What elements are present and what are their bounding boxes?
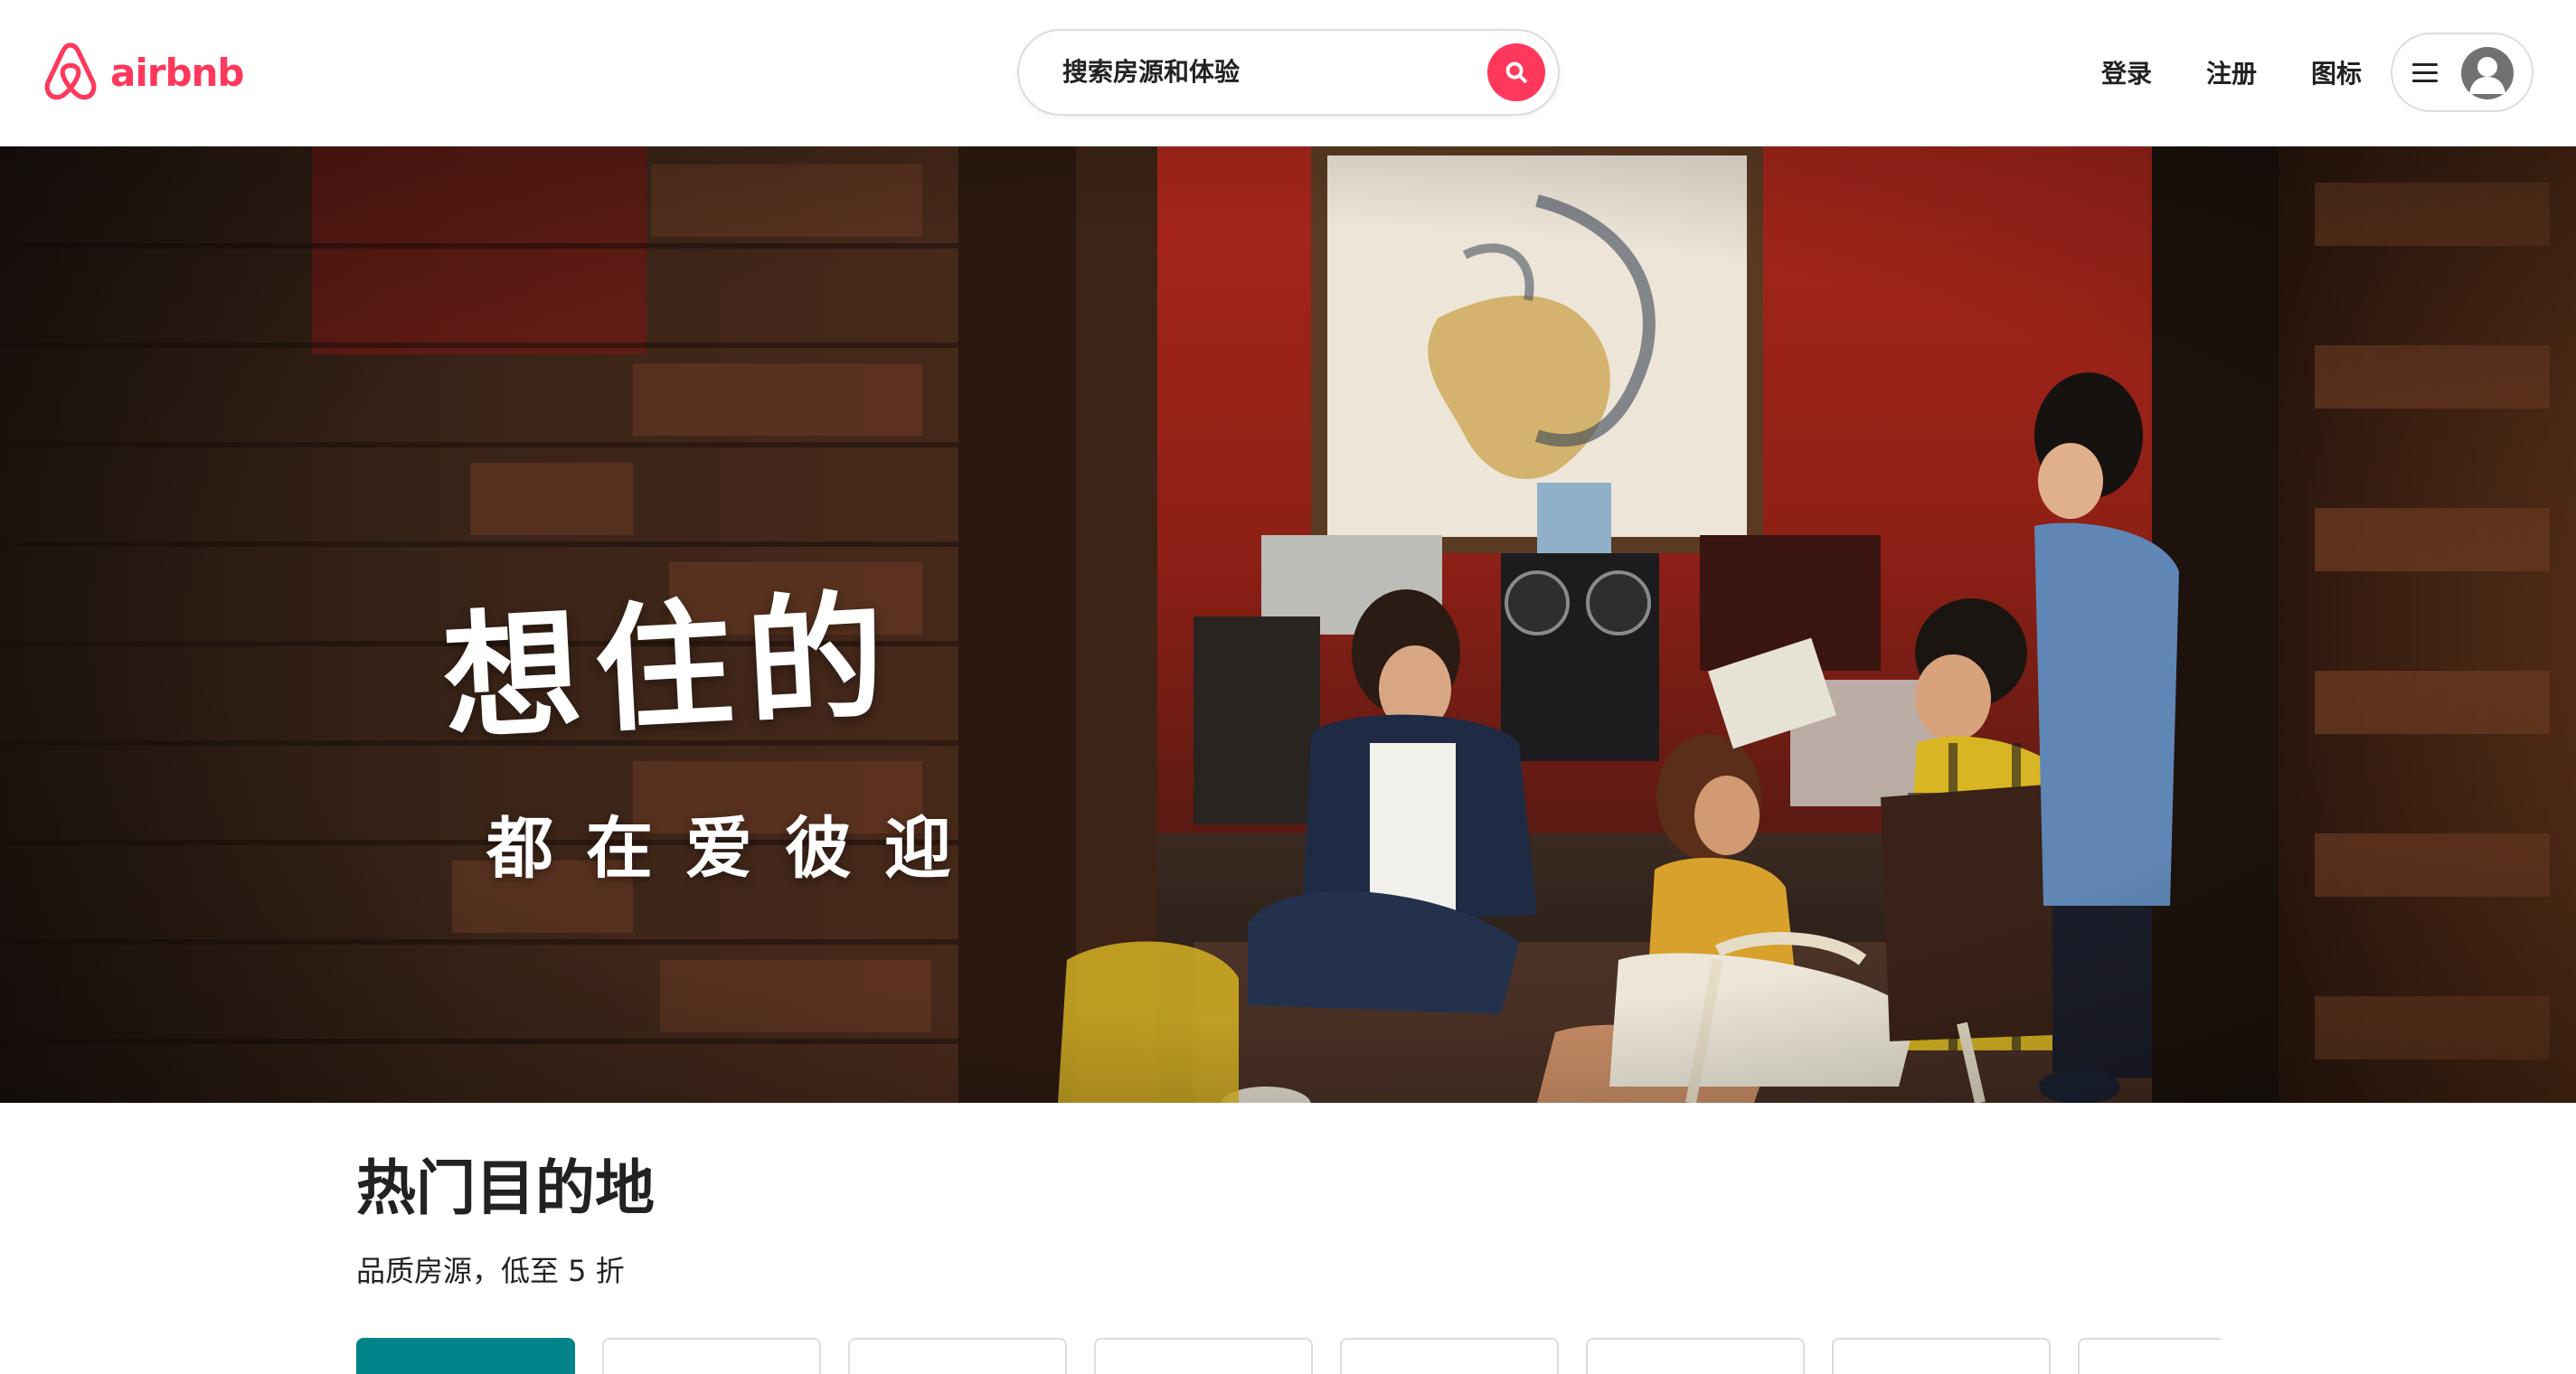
airbnb-logo-icon bbox=[44, 42, 97, 100]
search-placeholder[interactable]: 搜索房源和体验 bbox=[1062, 31, 1240, 114]
destination-tab-7[interactable] bbox=[1832, 1338, 2051, 1374]
popular-destinations-title: 热门目的地 bbox=[356, 1153, 655, 1223]
user-menu-button[interactable] bbox=[2391, 33, 2534, 112]
destination-tab-1[interactable] bbox=[356, 1338, 575, 1374]
signup-link[interactable]: 注册 bbox=[2206, 54, 2257, 90]
destination-tab-2[interactable] bbox=[602, 1338, 821, 1374]
icons-link[interactable]: 图标 bbox=[2311, 54, 2362, 90]
search-button[interactable] bbox=[1487, 43, 1545, 101]
hero-title: 想住的 bbox=[439, 573, 903, 760]
login-link[interactable]: 登录 bbox=[2101, 54, 2152, 90]
destination-tab-4[interactable] bbox=[1094, 1338, 1313, 1374]
destination-tab-5[interactable] bbox=[1340, 1338, 1559, 1374]
user-avatar-icon bbox=[2461, 47, 2514, 99]
hero-photo bbox=[0, 146, 2576, 1103]
destination-tab-3[interactable] bbox=[848, 1338, 1067, 1374]
airbnb-logo[interactable]: airbnb bbox=[42, 42, 244, 103]
airbnb-wordmark: airbnb bbox=[110, 50, 244, 95]
search-icon bbox=[1505, 61, 1527, 83]
hero-subtitle: 都在爱彼迎 bbox=[486, 810, 984, 888]
hamburger-icon bbox=[2412, 63, 2438, 83]
hero-banner[interactable]: 想住的 都在爱彼迎 bbox=[0, 146, 2576, 1103]
popular-destinations-subtitle: 品质房源，低至 5 折 bbox=[356, 1254, 625, 1288]
search-bar[interactable]: 搜索房源和体验 bbox=[1017, 29, 1560, 116]
destination-tabs bbox=[356, 1338, 2221, 1374]
site-header: airbnb 搜索房源和体验 登录 注册 图标 bbox=[0, 0, 2576, 146]
destination-tab-6[interactable] bbox=[1586, 1338, 1805, 1374]
destination-tab-8[interactable] bbox=[2078, 1338, 2221, 1374]
